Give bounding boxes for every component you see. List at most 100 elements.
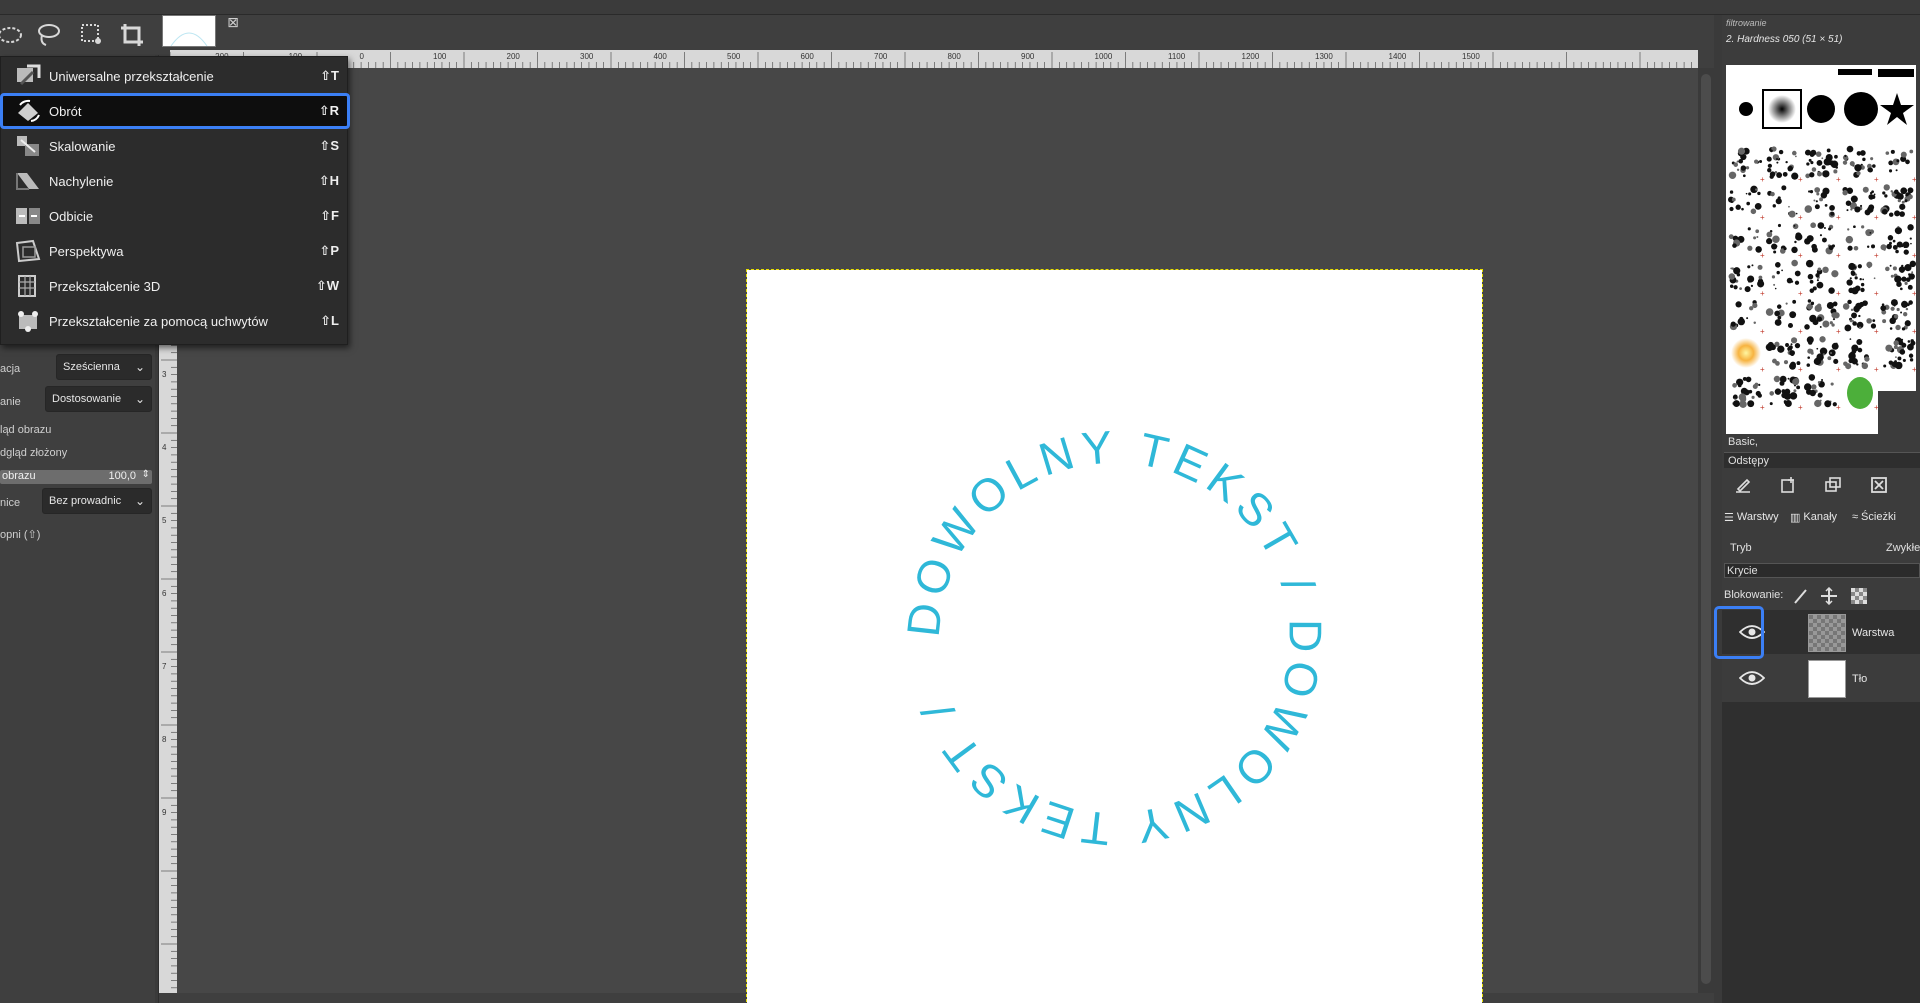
clipping-combo[interactable]: Dostosowanie ⌄	[45, 386, 152, 412]
svg-text:+: +	[1798, 327, 1803, 336]
delete-brush-icon[interactable]	[1868, 474, 1890, 496]
tab-label: Ścieżki	[1861, 511, 1896, 523]
ruler-label: 3	[162, 370, 167, 379]
dock-tabs: ☰ Warstwy ▥ Kanały ≈ Ścieżki	[1722, 505, 1920, 529]
brush-cell[interactable]	[1768, 95, 1796, 123]
svg-text:+: +	[1912, 251, 1916, 260]
filter-label: filtrowanie	[1726, 18, 1767, 28]
composited-preview-label[interactable]: dgląd złożony	[0, 447, 67, 459]
menu-item-transform-3d[interactable]: Przekształcenie 3D ⇧W	[1, 269, 349, 303]
brush-cell[interactable]	[1838, 69, 1872, 75]
menu-item-label: Skalowanie	[49, 139, 116, 154]
brush-cell[interactable]	[1878, 69, 1914, 77]
svg-text:+: +	[1912, 175, 1916, 184]
menu-item-unified-transform[interactable]: Uniwersalne przekształcenie ⇧T	[1, 59, 349, 93]
image-tab-thumbnail[interactable]	[162, 15, 216, 47]
lock-pixels-icon[interactable]	[1790, 585, 1812, 607]
lock-alpha-icon[interactable]	[1848, 585, 1870, 607]
brush-cell[interactable]	[1739, 102, 1753, 116]
ruler-label: 200	[507, 52, 521, 61]
ruler-label: 6	[162, 589, 167, 598]
menu-item-scale[interactable]: Skalowanie ⇧S	[1, 129, 349, 163]
guides-combo[interactable]: Bez prowadnic ⌄	[42, 488, 152, 514]
menu-item-rotate[interactable]: Obrót ⇧R	[0, 93, 350, 129]
layer-row[interactable]: Tło	[1722, 656, 1920, 700]
lock-label: Blokowanie:	[1724, 589, 1784, 601]
visibility-highlight	[1714, 606, 1764, 659]
svg-text:+: +	[1836, 327, 1841, 336]
flip-icon	[15, 204, 41, 228]
svg-text:+: +	[1760, 365, 1765, 374]
ruler-label: 9	[162, 808, 167, 817]
image-canvas[interactable]: DOWOLNY TEKST / DOWOLNY TEKST /	[746, 269, 1483, 1003]
ellipse-select-icon[interactable]	[0, 19, 26, 51]
paths-icon: ≈	[1852, 511, 1859, 523]
tab-paths[interactable]: ≈ Ścieżki	[1852, 505, 1896, 529]
svg-text:+: +	[1798, 403, 1803, 412]
svg-text:+: +	[1874, 365, 1879, 374]
svg-text:+: +	[1760, 251, 1765, 260]
ruler-label: 7	[162, 662, 167, 671]
svg-text:+: +	[1836, 251, 1841, 260]
chevron-down-icon: ⌄	[134, 494, 145, 508]
brush-grid[interactable]: + + + + + + + + + + + + + + + + + + + + + + + + + + + + + + + + + +	[1726, 65, 1916, 443]
menu-item-label: Odbicie	[49, 209, 94, 224]
menu-item-shortcut: ⇧F	[320, 208, 339, 223]
scale-icon	[15, 134, 41, 158]
svg-text:+: +	[1798, 365, 1803, 374]
vertical-scrollbar[interactable]	[1698, 68, 1714, 993]
lasso-icon[interactable]	[32, 19, 64, 51]
brush-cell[interactable]	[1844, 92, 1878, 126]
menu-item-flip[interactable]: Odbicie ⇧F	[1, 199, 349, 233]
scrollbar-thumb[interactable]	[1701, 74, 1711, 984]
ruler-label: 600	[801, 52, 815, 61]
interpolation-value: Sześcienna	[63, 361, 120, 373]
lock-position-icon[interactable]	[1818, 585, 1840, 607]
eye-icon[interactable]	[1738, 670, 1766, 691]
tab-label: Warstwy	[1736, 511, 1779, 523]
duplicate-brush-icon[interactable]	[1822, 474, 1844, 496]
opacity-spinner[interactable]: obrazu 100,0 ⇕	[0, 469, 152, 484]
gimp-window: ⊠ acja Sześcienna ⌄ anie Dostosowanie ⌄ …	[0, 0, 1920, 1003]
menu-item-shear[interactable]: Nachylenie ⇧H	[1, 164, 349, 198]
menu-item-perspective[interactable]: Perspektywa ⇧P	[1, 234, 349, 268]
layers-list-empty[interactable]	[1722, 702, 1920, 1003]
close-icon[interactable]: ⊠	[224, 14, 242, 30]
spacing-slider[interactable]: Odstępy	[1724, 452, 1920, 468]
fuzzy-select-icon[interactable]	[76, 19, 108, 51]
brush-set-field[interactable]: Basic,	[1724, 434, 1920, 450]
ruler-label: 1200	[1242, 52, 1260, 61]
ruler-label: 1500	[1462, 52, 1480, 61]
layer-thumbnail	[1808, 660, 1846, 698]
unified-transform-icon	[15, 64, 41, 88]
spinner-arrows-icon[interactable]: ⇕	[142, 469, 150, 480]
guides-value: Bez prowadnic	[49, 495, 122, 507]
tab-channels[interactable]: ▥ Kanały	[1790, 505, 1837, 529]
ruler-label: 1000	[1095, 52, 1113, 61]
menu-item-shortcut: ⇧R	[318, 103, 339, 118]
canvas-area[interactable]: DOWOLNY TEKST / DOWOLNY TEKST /	[177, 68, 1698, 1003]
new-brush-icon[interactable]	[1777, 474, 1799, 496]
layers-icon: ☰	[1724, 511, 1734, 524]
preview-checkbox-label[interactable]: ląd obrazu	[0, 424, 51, 436]
ruler-label: 400	[654, 52, 668, 61]
interpolation-combo[interactable]: Sześcienna ⌄	[56, 354, 152, 380]
crop-icon[interactable]	[116, 19, 148, 51]
svg-text:+: +	[1874, 327, 1879, 336]
menu-item-handle-transform[interactable]: Przekształcenie za pomocą uchwytów ⇧L	[1, 304, 349, 338]
perspective-icon	[15, 239, 41, 263]
tab-layers[interactable]: ☰ Warstwy	[1724, 505, 1779, 529]
transform-menu: Uniwersalne przekształcenie ⇧T Obrót ⇧R …	[0, 56, 350, 345]
edit-brush-icon[interactable]	[1732, 474, 1754, 496]
menu-item-shortcut: ⇧S	[319, 138, 339, 153]
svg-text:+: +	[1874, 175, 1879, 184]
svg-text:DOWOLNY TEKST / DOWOLNY TEKST: DOWOLNY TEKST / DOWOLNY TEKST /	[897, 420, 1332, 855]
opacity-slider[interactable]: Krycie	[1724, 563, 1920, 578]
brush-cell[interactable]	[1807, 95, 1835, 123]
horizontal-ruler[interactable]: -300-200-1000100200300400500600700800900…	[170, 50, 1698, 68]
mode-label: Tryb	[1730, 542, 1752, 554]
svg-text:+: +	[1798, 213, 1803, 222]
svg-text:+: +	[1874, 289, 1879, 298]
svg-text:+: +	[1912, 327, 1916, 336]
mode-combo[interactable]: Zwykłe	[1886, 542, 1920, 554]
